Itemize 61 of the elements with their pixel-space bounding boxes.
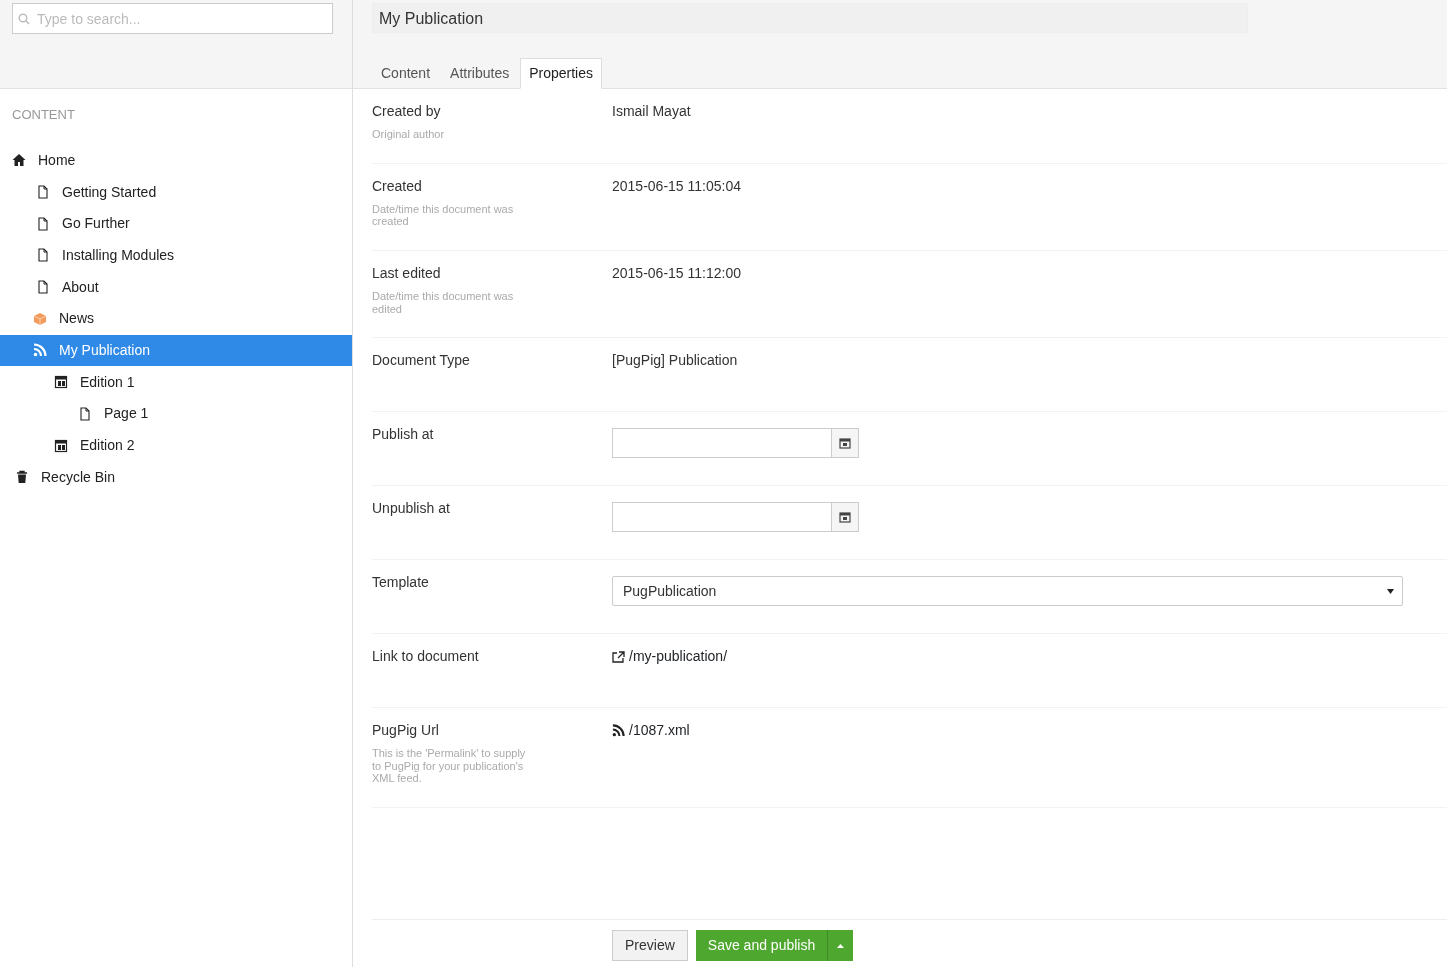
template-select[interactable]: PugPublication (612, 576, 1403, 607)
page-icon (78, 406, 92, 421)
tab[interactable]: Attributes (441, 58, 519, 89)
property-label: Created (372, 176, 423, 196)
tree-item[interactable]: Edition 1 (0, 366, 352, 398)
property-label: Publish at (372, 425, 435, 445)
property-label: Link to document (372, 647, 480, 667)
calendar-icon (839, 437, 851, 450)
property-label: Last edited (372, 263, 442, 283)
tree-item[interactable]: Recycle Bin (0, 461, 352, 494)
section-heading: CONTENT (11, 106, 76, 124)
property-label: PugPig Url (372, 721, 440, 741)
tree-item[interactable]: News (0, 302, 352, 335)
preview-button[interactable]: Preview (612, 930, 688, 961)
search-icon (18, 13, 30, 25)
title-field[interactable]: My Publication (372, 3, 1248, 33)
calendar-button[interactable] (832, 502, 859, 533)
property-label: Document Type (372, 351, 471, 371)
tree-item[interactable]: Home (0, 144, 352, 177)
property-label: Unpublish at (372, 499, 451, 519)
property-description: Date/time this document was created (372, 202, 515, 228)
dropdown-toggle-button[interactable] (827, 930, 854, 961)
layout-icon (54, 438, 68, 453)
tab[interactable]: Properties (520, 58, 602, 89)
tree-item[interactable]: Go Further (0, 207, 352, 240)
caret-icon (837, 943, 845, 948)
layout-icon (54, 375, 68, 390)
property-value: [PugPig] Publication (612, 352, 738, 369)
home-icon (12, 153, 26, 168)
date-field[interactable] (612, 428, 832, 459)
property-value: 2015-06-15 11:05:04 (612, 177, 741, 194)
property-description: Date/time this document was edited (372, 289, 515, 316)
calendar-button[interactable] (832, 428, 859, 459)
property-description: This is the 'Permalink' to supply to PugPig for your publication's XML feed. (372, 747, 527, 786)
page-icon (36, 280, 50, 295)
page-icon (36, 248, 50, 263)
tree-item[interactable]: Getting Started (0, 176, 352, 208)
date-field[interactable] (612, 502, 832, 533)
tree-item[interactable]: Page 1 (0, 398, 352, 430)
property-label: Template (372, 573, 430, 593)
document-link[interactable]: /my-publication/ (629, 646, 728, 668)
tree-item[interactable]: About (0, 271, 352, 303)
tree-item[interactable]: Edition 2 (0, 429, 352, 462)
trash-icon (15, 470, 29, 485)
search-field[interactable]: Type to search... (12, 3, 333, 34)
rss-icon (33, 343, 47, 358)
tree-item[interactable]: My Publication (0, 334, 352, 367)
page-icon (36, 185, 50, 200)
property-description: Original author (372, 128, 446, 141)
property-value: Ismail Mayat (612, 103, 691, 119)
box-icon (33, 311, 47, 326)
property-value: 2015-06-15 11:12:00 (612, 264, 741, 281)
tree-item[interactable]: Installing Modules (0, 239, 352, 272)
rss-icon (612, 724, 625, 738)
dropdown-arrow-icon (1387, 588, 1394, 594)
external-link-icon (612, 650, 625, 663)
page-icon (36, 216, 50, 231)
property-label: Created by (372, 102, 442, 121)
document-link[interactable]: /1087.xml (629, 720, 690, 742)
calendar-icon (839, 511, 851, 524)
tab[interactable]: Content (372, 58, 440, 89)
